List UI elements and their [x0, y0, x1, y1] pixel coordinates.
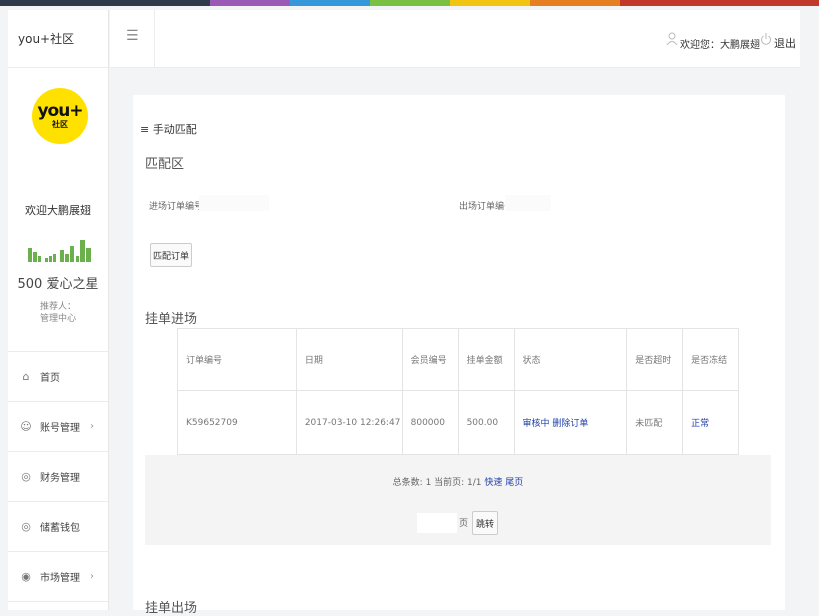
- table-header-row: 订单编号 日期 会员编号 挂单金额 状态 是否超时 是否冻结: [177, 328, 739, 391]
- sidebar: you+社区 you+ 社区 欢迎大鹏展翅 500 爱心之星 推荐人： 管理中心…: [8, 10, 109, 610]
- col-member-no: 会员编号: [401, 328, 459, 391]
- main-content-panel: ≡ 手动匹配 匹配区 进场订单编号: 出场订单编号: 匹配订单 挂单进场 订单编…: [133, 95, 785, 616]
- entry-order-label: 进场订单编号:: [149, 202, 207, 212]
- col-timeout: 是否超时: [626, 328, 684, 391]
- cell-frozen: 正常: [682, 390, 739, 455]
- profile-panel: you+ 社区 欢迎大鹏展翅 500 爱心之星 推荐人： 管理中心: [8, 68, 108, 352]
- wallet-icon: ◎: [21, 520, 31, 533]
- sidebar-item-label: 账号管理: [40, 423, 80, 434]
- match-area-title: 匹配区: [145, 157, 185, 172]
- exit-order-input[interactable]: [505, 195, 551, 211]
- col-amount: 挂单金额: [457, 328, 515, 391]
- match-order-button[interactable]: 匹配订单: [150, 243, 192, 267]
- user-icon: [666, 32, 678, 46]
- col-order-no: 订单编号: [177, 328, 297, 391]
- col-frozen: 是否冻结: [682, 328, 739, 391]
- referrer-value: 管理中心: [39, 314, 76, 324]
- logout-button[interactable]: 退出: [774, 35, 796, 51]
- account-icon: ☺: [20, 420, 32, 433]
- top-header: ☰ 欢迎您：大鹏展翅 退出: [110, 10, 800, 68]
- entry-order-input[interactable]: [199, 195, 269, 211]
- top-color-stripe: [0, 0, 819, 6]
- chevron-right-icon: ›: [90, 421, 94, 432]
- table-row: K59652709 2017-03-10 12:26:47 800000 500…: [177, 390, 739, 455]
- cell-order-no: K59652709: [177, 390, 297, 455]
- cell-status: 审核中 删除订单: [513, 390, 628, 455]
- sidebar-item-label: 储蓄钱包: [40, 523, 80, 534]
- cell-amount: 500.00: [457, 390, 515, 455]
- sidebar-item-home[interactable]: ⌂ 首页: [8, 352, 108, 402]
- delete-order-link[interactable]: 删除订单: [552, 419, 588, 429]
- brand-title[interactable]: you+社区: [8, 10, 108, 68]
- menu-toggle-icon[interactable]: ☰: [126, 28, 139, 44]
- cell-member-no: 800000: [401, 390, 459, 455]
- market-icon: ◉: [21, 570, 31, 583]
- header-divider: [154, 10, 155, 68]
- power-icon[interactable]: [760, 32, 772, 46]
- sidebar-item-label: 市场管理: [40, 573, 80, 584]
- profile-welcome: 欢迎大鹏展翅: [25, 204, 91, 217]
- col-status: 状态: [513, 328, 628, 391]
- pager-last-link[interactable]: 尾页: [505, 478, 523, 488]
- logo-main-text: you+: [37, 101, 83, 121]
- page-label: 页: [459, 519, 469, 529]
- sidebar-item-account[interactable]: ☺ 账号管理 ›: [8, 402, 108, 452]
- pager-summary: 总条数: 1 当前页: 1/1: [392, 478, 482, 488]
- frozen-status-link[interactable]: 正常: [691, 419, 709, 429]
- finance-icon: ◎: [21, 470, 31, 483]
- entry-orders-table: 订单编号 日期 会员编号 挂单金额 状态 是否超时 是否冻结 K59652709…: [177, 328, 739, 455]
- sidebar-item-label: 首页: [40, 373, 60, 384]
- logo-sub-text: 社区: [52, 120, 68, 129]
- sidebar-item-label: 财务管理: [40, 473, 80, 484]
- sidebar-item-finance[interactable]: ◎ 财务管理: [8, 452, 108, 502]
- pager-summary-line: 总条数: 1 当前页: 1/1 快速 尾页: [145, 475, 771, 488]
- page-number-input[interactable]: [417, 513, 457, 533]
- level-bars-icon: [28, 240, 91, 262]
- exit-section-title: 挂单出场: [145, 601, 198, 616]
- page-go-button[interactable]: 跳转: [472, 511, 498, 535]
- sidebar-nav: ⌂ 首页 ☺ 账号管理 › ◎ 财务管理 ◎ 储蓄钱包 ◉ 市场管理 ›: [8, 352, 108, 602]
- sidebar-item-wallet[interactable]: ◎ 储蓄钱包: [8, 502, 108, 552]
- header-welcome-user: 欢迎您：大鹏展翅: [680, 40, 760, 51]
- brand-logo: you+ 社区: [32, 88, 88, 144]
- pager-first-link[interactable]: 快速: [484, 478, 502, 488]
- pager: 总条数: 1 当前页: 1/1 快速 尾页 页 跳转: [145, 455, 771, 545]
- entry-section-title: 挂单进场: [145, 312, 198, 327]
- chevron-right-icon: ›: [90, 571, 94, 582]
- cell-date: 2017-03-10 12:26:47: [295, 390, 403, 455]
- sidebar-item-market[interactable]: ◉ 市场管理 ›: [8, 552, 108, 602]
- profile-stars: 500 爱心之星: [17, 277, 99, 292]
- home-icon: ⌂: [22, 370, 30, 383]
- section-tag: ≡ 手动匹配: [140, 123, 197, 136]
- status-reviewing-link[interactable]: 审核中: [523, 419, 550, 429]
- cell-timeout: 未匹配: [626, 390, 684, 455]
- col-date: 日期: [295, 328, 403, 391]
